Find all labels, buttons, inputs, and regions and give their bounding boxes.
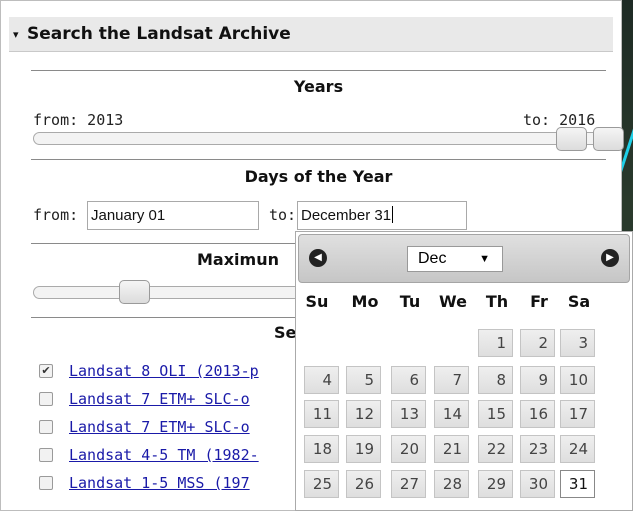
days-from-input[interactable]: January 01 [87, 201, 259, 230]
sensor-link-4[interactable]: Landsat 1-5 MSS (197 [69, 474, 295, 492]
weekday-su: Su [305, 292, 329, 311]
calendar-day[interactable]: 15 [478, 400, 513, 428]
calendar-day[interactable]: 4 [304, 366, 339, 394]
calendar-day[interactable]: 31 [560, 470, 595, 498]
days-title: Days of the Year [244, 167, 393, 186]
datepicker: ◀ Dec ▼ ▶ Su Mo Tu We Th Fr Sa 123456789… [295, 231, 633, 511]
calendar-day[interactable]: 6 [391, 366, 426, 394]
month-select[interactable]: Dec ▼ [407, 246, 503, 272]
calendar-day[interactable]: 3 [560, 329, 595, 357]
maximum-title: Maximun [197, 250, 279, 269]
maximum-slider-track[interactable] [33, 286, 303, 299]
prev-month-icon[interactable]: ◀ [309, 249, 327, 267]
collapse-triangle-icon: ▾ [13, 28, 19, 41]
calendar-day[interactable]: 22 [478, 435, 513, 463]
calendar-day[interactable]: 28 [434, 470, 469, 498]
calendar-day[interactable]: 23 [520, 435, 555, 463]
weekday-th: Th [485, 292, 509, 311]
dropdown-arrow-icon: ▼ [479, 253, 490, 265]
years-title: Years [293, 77, 344, 96]
calendar-day[interactable]: 9 [520, 366, 555, 394]
calendar-day[interactable]: 26 [346, 470, 381, 498]
calendar-day[interactable]: 29 [478, 470, 513, 498]
sensor-checkbox-0[interactable]: ✔ [39, 364, 53, 378]
sensor-checkbox-3[interactable] [39, 448, 53, 462]
days-from-label: from: [33, 206, 79, 224]
next-month-icon[interactable]: ▶ [601, 249, 619, 267]
calendar-day[interactable]: 1 [478, 329, 513, 357]
divider [31, 70, 606, 71]
sensor-link-1[interactable]: Landsat 7 ETM+ SLC-o [69, 390, 295, 408]
sensor-checkbox-4[interactable] [39, 476, 53, 490]
datepicker-header: ◀ Dec ▼ ▶ [298, 234, 630, 283]
weekday-mo: Mo [351, 292, 379, 311]
text-caret [392, 206, 394, 223]
panel-title: Search the Landsat Archive [27, 24, 291, 44]
days-to-value: December 31 [301, 207, 392, 224]
weekday-tu: Tu [399, 292, 421, 311]
days-to-label: to: [269, 206, 297, 224]
days-to-input[interactable]: December 31 [297, 201, 467, 230]
sensor-link-2[interactable]: Landsat 7 ETM+ SLC-o [69, 418, 295, 436]
years-slider-track[interactable] [33, 132, 622, 145]
weekday-fr: Fr [530, 292, 548, 311]
calendar-day[interactable]: 27 [391, 470, 426, 498]
calendar-day[interactable]: 25 [304, 470, 339, 498]
calendar-day[interactable]: 19 [346, 435, 381, 463]
sensor-link-0[interactable]: Landsat 8 OLI (2013-p [69, 362, 295, 380]
calendar-day[interactable]: 20 [391, 435, 426, 463]
calendar-day[interactable]: 14 [434, 400, 469, 428]
calendar-day[interactable]: 8 [478, 366, 513, 394]
calendar-day[interactable]: 17 [560, 400, 595, 428]
sensor-checkbox-2[interactable] [39, 420, 53, 434]
calendar-day[interactable]: 21 [434, 435, 469, 463]
sensor-link-3[interactable]: Landsat 4-5 TM (1982- [69, 446, 295, 464]
month-select-value: Dec [418, 250, 447, 267]
calendar-day[interactable]: 30 [520, 470, 555, 498]
years-to-handle[interactable] [593, 127, 624, 151]
calendar-day[interactable]: 11 [304, 400, 339, 428]
weekday-sa: Sa [567, 292, 591, 311]
maximum-slider-handle[interactable] [119, 280, 150, 304]
calendar-day[interactable]: 12 [346, 400, 381, 428]
weekday-we: We [439, 292, 467, 311]
calendar-day[interactable]: 24 [560, 435, 595, 463]
calendar-day[interactable]: 10 [560, 366, 595, 394]
calendar-day[interactable]: 5 [346, 366, 381, 394]
divider [31, 159, 606, 160]
calendar-day[interactable]: 16 [520, 400, 555, 428]
calendar-day[interactable]: 2 [520, 329, 555, 357]
calendar-day[interactable]: 7 [434, 366, 469, 394]
calendar-day[interactable]: 13 [391, 400, 426, 428]
years-from-handle[interactable] [556, 127, 587, 151]
calendar-day[interactable]: 18 [304, 435, 339, 463]
years-from-label: from: 2013 [33, 111, 124, 129]
sensor-checkbox-1[interactable] [39, 392, 53, 406]
panel-header[interactable]: ▾ Search the Landsat Archive [9, 17, 613, 52]
